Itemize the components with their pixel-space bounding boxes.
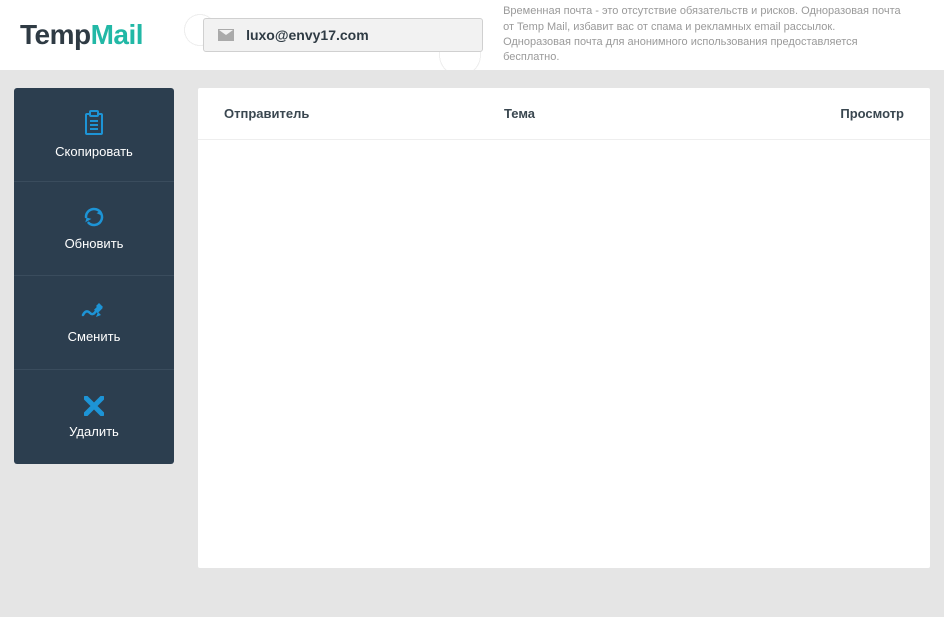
- refresh-button[interactable]: Обновить: [14, 182, 174, 276]
- change-label: Сменить: [68, 329, 121, 344]
- email-address-box[interactable]: luxo@envy17.com: [203, 18, 483, 52]
- refresh-label: Обновить: [65, 236, 124, 251]
- edit-icon: [81, 301, 107, 321]
- mail-panel: Отправитель Тема Просмотр: [198, 88, 930, 568]
- logo[interactable]: TempMail: [20, 19, 143, 51]
- sidebar: Скопировать Обновить Сменить: [14, 88, 174, 568]
- refresh-icon: [83, 206, 105, 228]
- logo-mail: Mail: [91, 19, 143, 50]
- column-view: Просмотр: [814, 106, 904, 121]
- copy-label: Скопировать: [55, 144, 133, 159]
- copy-button[interactable]: Скопировать: [14, 88, 174, 182]
- content-area: Скопировать Обновить Сменить: [0, 70, 944, 586]
- column-sender: Отправитель: [224, 106, 504, 121]
- header: TempMail luxo@envy17.com Временная почта…: [0, 0, 944, 70]
- delete-icon: [84, 396, 104, 416]
- change-button[interactable]: Сменить: [14, 276, 174, 370]
- delete-label: Удалить: [69, 424, 119, 439]
- clipboard-icon: [82, 110, 106, 136]
- column-subject: Тема: [504, 106, 814, 121]
- description-text: Временная почта - это отсутствие обязате…: [503, 4, 903, 66]
- logo-temp: Temp: [20, 19, 91, 50]
- delete-button[interactable]: Удалить: [14, 370, 174, 464]
- envelope-icon: [218, 29, 234, 41]
- mail-table-header: Отправитель Тема Просмотр: [198, 88, 930, 140]
- email-address-text: luxo@envy17.com: [246, 27, 369, 43]
